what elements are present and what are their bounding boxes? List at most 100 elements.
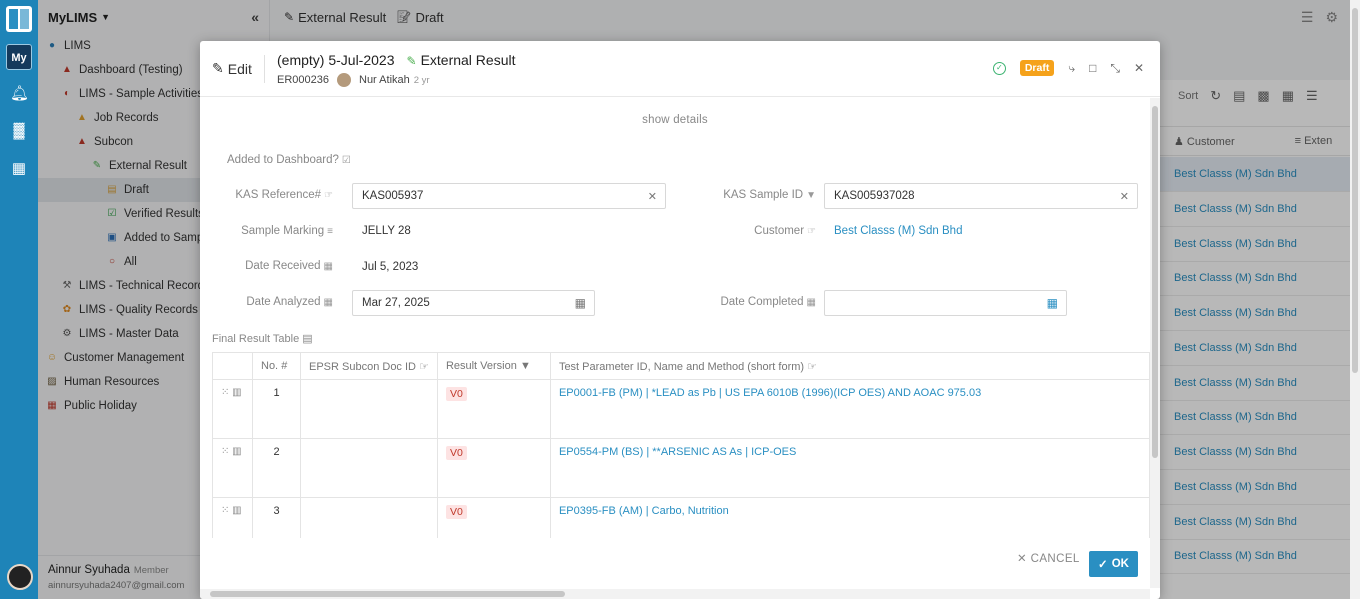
cancel-label: CANCEL [1030,553,1080,565]
table-row[interactable]: ⁙ ▥ 1 V0 EP0001-FB (PM) | *LEAD as Pb | US … [212,379,1150,439]
trash-icon[interactable]: ▥ [232,387,241,398]
customer-label: Customer ☞ [754,225,816,237]
edit-icon: ✎ [212,60,224,76]
author-name: Nur Atikah [359,74,410,86]
show-details-link[interactable]: show details [200,114,1150,126]
author-avatar [337,73,351,87]
date-completed-label-text: Date Completed [720,296,804,308]
kas-sample-input[interactable]: KAS005937028 ✕ [824,183,1138,209]
table-row[interactable]: ⁙ ▥ 2 V0 EP0554-PM (BS) | **ARSENIC AS As |… [212,438,1150,498]
page-scrollbar[interactable] [1350,0,1360,599]
row-controls: ⁙ ▥ [212,438,253,498]
cancel-button[interactable]: ✕ CANCEL [1017,551,1080,565]
checkbox-icon[interactable]: ☑ [342,155,351,166]
dialog-title: (empty) 5-Jul-2023 [277,52,395,68]
clear-icon[interactable]: ✕ [1120,190,1129,203]
dialog-horizontal-scrollbar[interactable] [200,589,1150,599]
cell-version[interactable]: V0 [436,379,551,439]
lookup-icon: ☞ [419,360,429,373]
date-analyzed-label-text: Date Analyzed [246,296,321,308]
cell-param[interactable]: EP0554-PM (BS) | **ARSENIC AS As | ICP-O… [549,438,1150,498]
date-analyzed-input[interactable]: Mar 27, 2025 ▦ [352,290,595,316]
trash-icon[interactable]: ▥ [232,446,241,457]
edit-record-dialog: ✎ Edit (empty) 5-Jul-2023 ✎ External Resul… [200,41,1160,599]
cell-param[interactable]: EP0395-FB (AM) | Carbo, Nutrition [549,497,1150,538]
dropdown-icon: ▼ [806,190,816,201]
sample-marking-value[interactable]: JELLY 28 [362,225,411,237]
dialog-scrollbar[interactable] [1150,98,1160,588]
cell-epsr[interactable] [300,438,438,498]
calendar-icon[interactable]: ▦ [1047,296,1058,310]
bell-icon[interactable]: 🔔︎ [10,85,29,103]
col-controls [212,352,253,380]
cell-param[interactable]: EP0001-FB (PM) | *LEAD as Pb | US EPA 60… [549,379,1150,439]
customer-label-text: Customer [754,225,805,237]
date-completed-input[interactable]: ▦ [824,290,1067,316]
sample-marking-label-text: Sample Marking [241,225,325,237]
parameter-link[interactable]: EP0554-PM (BS) | **ARSENIC AS As | ICP-O… [559,446,796,458]
version-badge: V0 [445,387,467,401]
record-age: 2 yr [413,74,430,86]
dialog-header: ✎ Edit (empty) 5-Jul-2023 ✎ External Resul… [200,41,1160,97]
cell-epsr[interactable] [300,379,438,439]
calendar-icon: ▦ [323,261,333,272]
check-circle-icon[interactable]: ✓ [992,61,1006,75]
final-result-table: No. # EPSR Subcon Doc ID ☞ Result Versio… [212,352,1150,538]
date-received-label: Date Received ▦ [245,260,333,272]
ok-button[interactable]: ✓ OK [1089,551,1138,577]
calendar-icon: ▦ [806,297,816,308]
col-version[interactable]: Result Version ▼ [436,352,551,380]
kas-reference-label: KAS Reference# ☞ [235,189,333,201]
kas-sample-label-text: KAS Sample ID [723,189,804,201]
expand-icon[interactable]: ⤡ [1110,61,1120,76]
parameter-link[interactable]: EP0395-FB (AM) | Carbo, Nutrition [559,505,729,517]
col-param[interactable]: Test Parameter ID, Name and Method (shor… [549,352,1150,380]
record-type: External Result [420,52,516,68]
added-to-dashboard-field[interactable]: Added to Dashboard? ☑ [227,154,351,166]
col-param-label: Test Parameter ID, Name and Method (shor… [558,360,805,373]
kas-sample-value: KAS005937028 [834,190,915,202]
status-badge[interactable]: Draft [1019,60,1055,76]
clear-icon[interactable]: ✕ [648,190,657,203]
mylims-app-button[interactable]: My [6,44,32,70]
app-logo[interactable] [6,6,32,32]
close-icon[interactable]: ✕ [1134,61,1144,75]
drag-handle-icon[interactable]: ⁙ [221,446,229,457]
calendar-icon[interactable]: ▦ [10,160,28,178]
lookup-icon: ☞ [324,190,333,201]
share-icon[interactable]: ⤷ [1068,61,1075,76]
chart-icon[interactable]: ▓ [10,122,28,140]
date-analyzed-value: Mar 27, 2025 [362,297,430,309]
comment-icon[interactable]: □ [1089,61,1096,75]
col-no[interactable]: No. # [252,352,301,380]
sample-marking-label: Sample Marking ≡ [241,225,333,237]
col-epsr-label: EPSR Subcon Doc ID [309,360,416,373]
hash-icon: # [281,360,288,372]
parameter-link[interactable]: EP0001-FB (PM) | *LEAD as Pb | US EPA 60… [559,387,981,399]
kas-reference-value: KAS005937 [362,190,424,202]
version-badge: V0 [445,505,467,519]
kas-reference-label-text: KAS Reference# [235,189,322,201]
cell-version[interactable]: V0 [436,497,551,538]
customer-link[interactable]: Best Classs (M) Sdn Bhd [834,225,962,237]
drag-handle-icon[interactable]: ⁙ [221,505,229,516]
trash-icon[interactable]: ▥ [232,505,241,516]
drag-handle-icon[interactable]: ⁙ [221,387,229,398]
final-result-table-label: Final Result Table [212,333,300,345]
pencil-icon: ✎ [406,54,417,68]
col-version-label: Result Version [445,360,517,372]
cell-version[interactable]: V0 [436,438,551,498]
date-analyzed-label: Date Analyzed ▦ [246,296,333,308]
table-row[interactable]: ⁙ ▥ 3 V0 EP0395-FB (AM) | Carbo, Nutrition [212,497,1150,538]
close-icon: ✕ [1017,553,1028,565]
avatar[interactable] [7,564,33,590]
calendar-icon[interactable]: ▦ [575,296,586,310]
cell-epsr[interactable] [300,497,438,538]
col-epsr[interactable]: EPSR Subcon Doc ID ☞ [300,352,438,380]
final-result-table-title: Final Result Table ▤ [212,332,313,345]
cell-no: 2 [252,438,301,498]
date-received-value[interactable]: Jul 5, 2023 [362,261,418,273]
date-received-label-text: Date Received [245,260,321,272]
added-to-dashboard-label: Added to Dashboard? [227,154,339,166]
kas-reference-input[interactable]: KAS005937 ✕ [352,183,666,209]
